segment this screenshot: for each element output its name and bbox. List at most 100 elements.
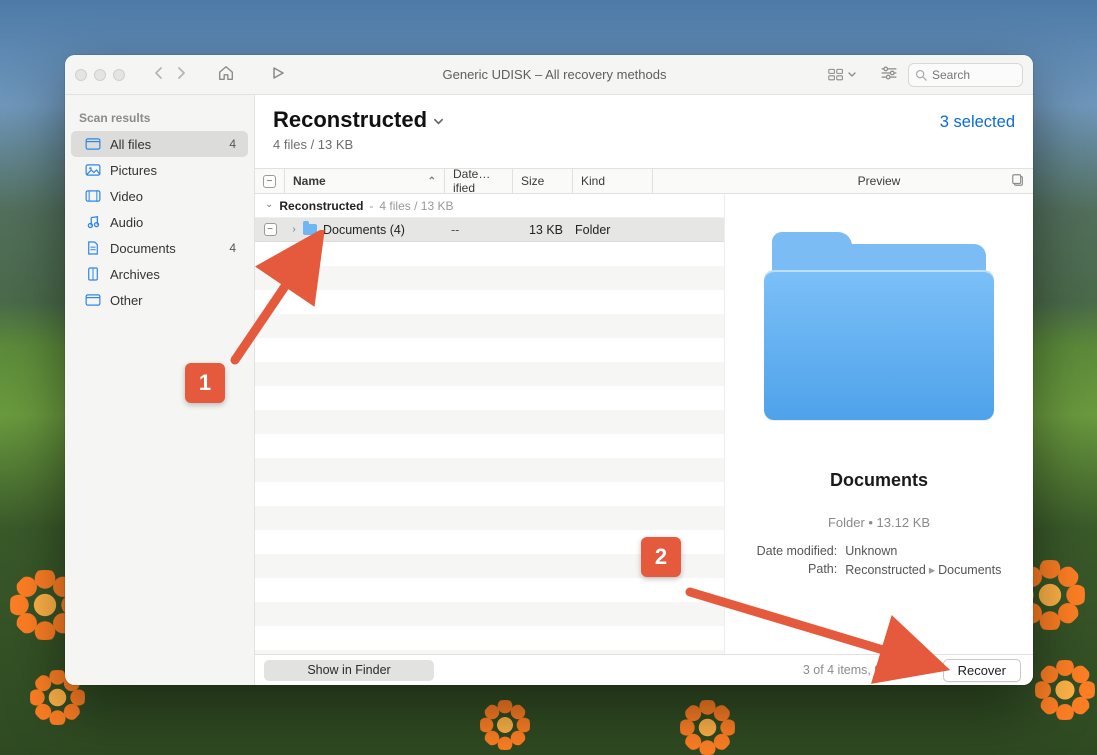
column-spacer bbox=[653, 169, 725, 193]
column-kind[interactable]: Kind bbox=[573, 169, 653, 193]
sort-ascending-icon: ⌃ bbox=[428, 176, 436, 187]
page-subtitle: 4 files / 13 KB bbox=[273, 137, 940, 152]
desktop-background: Generic UDISK – All recovery methods Sca… bbox=[0, 0, 1097, 755]
callout-number: 2 bbox=[655, 544, 667, 570]
column-name[interactable]: Name ⌃ bbox=[285, 169, 445, 193]
breadcrumb-separator: ▸ bbox=[926, 563, 938, 577]
button-label: Recover bbox=[958, 663, 1006, 678]
home-button[interactable] bbox=[217, 64, 235, 85]
sidebar-item-label: Archives bbox=[110, 267, 238, 282]
sidebar-item-label: Other bbox=[110, 293, 238, 308]
column-label: Kind bbox=[581, 174, 605, 188]
column-size[interactable]: Size bbox=[513, 169, 573, 193]
group-header-row[interactable]: ⌄ Reconstructed - 4 files / 13 KB bbox=[255, 194, 724, 218]
window-title: Generic UDISK – All recovery methods bbox=[295, 67, 814, 82]
zoom-window-button[interactable] bbox=[113, 69, 125, 81]
sidebar-item-label: Pictures bbox=[110, 163, 238, 178]
group-sep: - bbox=[369, 199, 373, 213]
documents-icon bbox=[85, 242, 101, 254]
search-input[interactable] bbox=[932, 68, 1002, 82]
page-title-text: Reconstructed bbox=[273, 107, 427, 133]
preview-subtitle: Folder • 13.12 KB bbox=[828, 515, 930, 530]
search-box[interactable] bbox=[908, 63, 1023, 87]
show-in-finder-button[interactable]: Show in Finder bbox=[264, 660, 434, 681]
sidebar-header: Scan results bbox=[65, 107, 254, 131]
decorative-flower bbox=[480, 700, 530, 750]
toolbar: Generic UDISK – All recovery methods bbox=[65, 55, 1033, 95]
column-headers: − Name ⌃ Date…ified Size Kind Preview bbox=[255, 168, 1033, 194]
annotation-callout-1: 1 bbox=[185, 363, 225, 403]
preview-title: Documents bbox=[830, 470, 928, 491]
back-button[interactable] bbox=[153, 66, 164, 83]
close-window-button[interactable] bbox=[75, 69, 87, 81]
window-icon bbox=[85, 138, 101, 150]
column-label: Preview bbox=[858, 174, 901, 188]
sidebar-item-audio[interactable]: Audio bbox=[71, 209, 248, 235]
audio-icon bbox=[85, 216, 101, 228]
annotation-callout-2: 2 bbox=[641, 537, 681, 577]
file-list-area: ⌄ Reconstructed - 4 files / 13 KB − › Do… bbox=[255, 194, 725, 654]
sidebar-item-badge: 4 bbox=[229, 241, 238, 255]
breadcrumb-part: Documents bbox=[938, 563, 1001, 577]
copy-icon[interactable] bbox=[1011, 173, 1025, 190]
footer: Show in Finder 3 of 4 items, 9 KB total … bbox=[255, 654, 1033, 685]
file-size: 13 KB bbox=[511, 223, 571, 237]
sidebar-item-badge: 4 bbox=[229, 137, 238, 151]
group-details: 4 files / 13 KB bbox=[379, 199, 453, 213]
column-label: Name bbox=[293, 174, 326, 188]
decorative-flower bbox=[680, 700, 735, 755]
archives-icon bbox=[85, 268, 101, 280]
callout-number: 1 bbox=[199, 370, 211, 396]
sidebar-item-label: All files bbox=[110, 137, 220, 152]
expand-toggle[interactable]: › bbox=[285, 224, 303, 235]
view-mode-toggle[interactable] bbox=[824, 66, 860, 84]
grid-icon bbox=[828, 68, 844, 82]
sidebar-item-label: Audio bbox=[110, 215, 238, 230]
file-row[interactable]: − › Documents (4) -- 13 KB Folder bbox=[255, 218, 724, 242]
sidebar-item-documents[interactable]: Documents 4 bbox=[71, 235, 248, 261]
checkbox-indeterminate[interactable]: − bbox=[263, 175, 276, 188]
sidebar-item-video[interactable]: Video bbox=[71, 183, 248, 209]
row-checkbox[interactable]: − bbox=[264, 223, 277, 236]
content-header: Reconstructed 4 files / 13 KB 3 selected bbox=[255, 95, 1033, 152]
sidebar-item-archives[interactable]: Archives bbox=[71, 261, 248, 287]
filters-button[interactable] bbox=[880, 65, 898, 84]
file-date: -- bbox=[443, 223, 511, 237]
preview-pane: Documents Folder • 13.12 KB Date modifie… bbox=[725, 194, 1033, 654]
column-checkbox[interactable]: − bbox=[255, 169, 285, 193]
recover-button[interactable]: Recover bbox=[943, 659, 1021, 682]
file-name: Documents (4) bbox=[323, 223, 405, 237]
sidebar: Scan results All files 4 Pictures Video … bbox=[65, 95, 255, 685]
selection-count: 3 selected bbox=[940, 107, 1015, 132]
button-label: Show in Finder bbox=[307, 663, 390, 677]
sidebar-item-label: Documents bbox=[110, 241, 220, 256]
sidebar-item-all-files[interactable]: All files 4 bbox=[71, 131, 248, 157]
folder-icon bbox=[303, 224, 317, 235]
column-label: Date…ified bbox=[453, 167, 504, 195]
page-title[interactable]: Reconstructed bbox=[273, 107, 444, 133]
search-icon bbox=[915, 69, 927, 81]
preview-date-value: Unknown bbox=[845, 544, 1001, 558]
minimize-window-button[interactable] bbox=[94, 69, 106, 81]
window-controls bbox=[75, 69, 125, 81]
chevron-down-icon bbox=[848, 70, 856, 80]
forward-button[interactable] bbox=[176, 66, 187, 83]
decorative-flower bbox=[1035, 660, 1095, 720]
preview-date-key: Date modified: bbox=[757, 544, 838, 558]
window-icon bbox=[85, 294, 101, 306]
sliders-icon bbox=[880, 65, 898, 81]
sidebar-item-other[interactable]: Other bbox=[71, 287, 248, 313]
chevron-down-icon: ⌄ bbox=[265, 199, 273, 210]
folder-preview-icon bbox=[764, 234, 994, 424]
sidebar-item-label: Video bbox=[110, 189, 238, 204]
group-name: Reconstructed bbox=[279, 199, 363, 213]
footer-status: 3 of 4 items, 9 KB total bbox=[803, 663, 929, 677]
preview-path-value: Reconstructed▸Documents bbox=[845, 562, 1001, 577]
sidebar-item-pictures[interactable]: Pictures bbox=[71, 157, 248, 183]
play-button[interactable] bbox=[271, 66, 285, 83]
column-date[interactable]: Date…ified bbox=[445, 169, 513, 193]
content-split: ⌄ Reconstructed - 4 files / 13 KB − › Do… bbox=[255, 194, 1033, 654]
nav-arrows bbox=[153, 66, 187, 83]
pictures-icon bbox=[85, 164, 101, 176]
preview-metadata: Date modified: Unknown Path: Reconstruct… bbox=[757, 544, 1002, 577]
